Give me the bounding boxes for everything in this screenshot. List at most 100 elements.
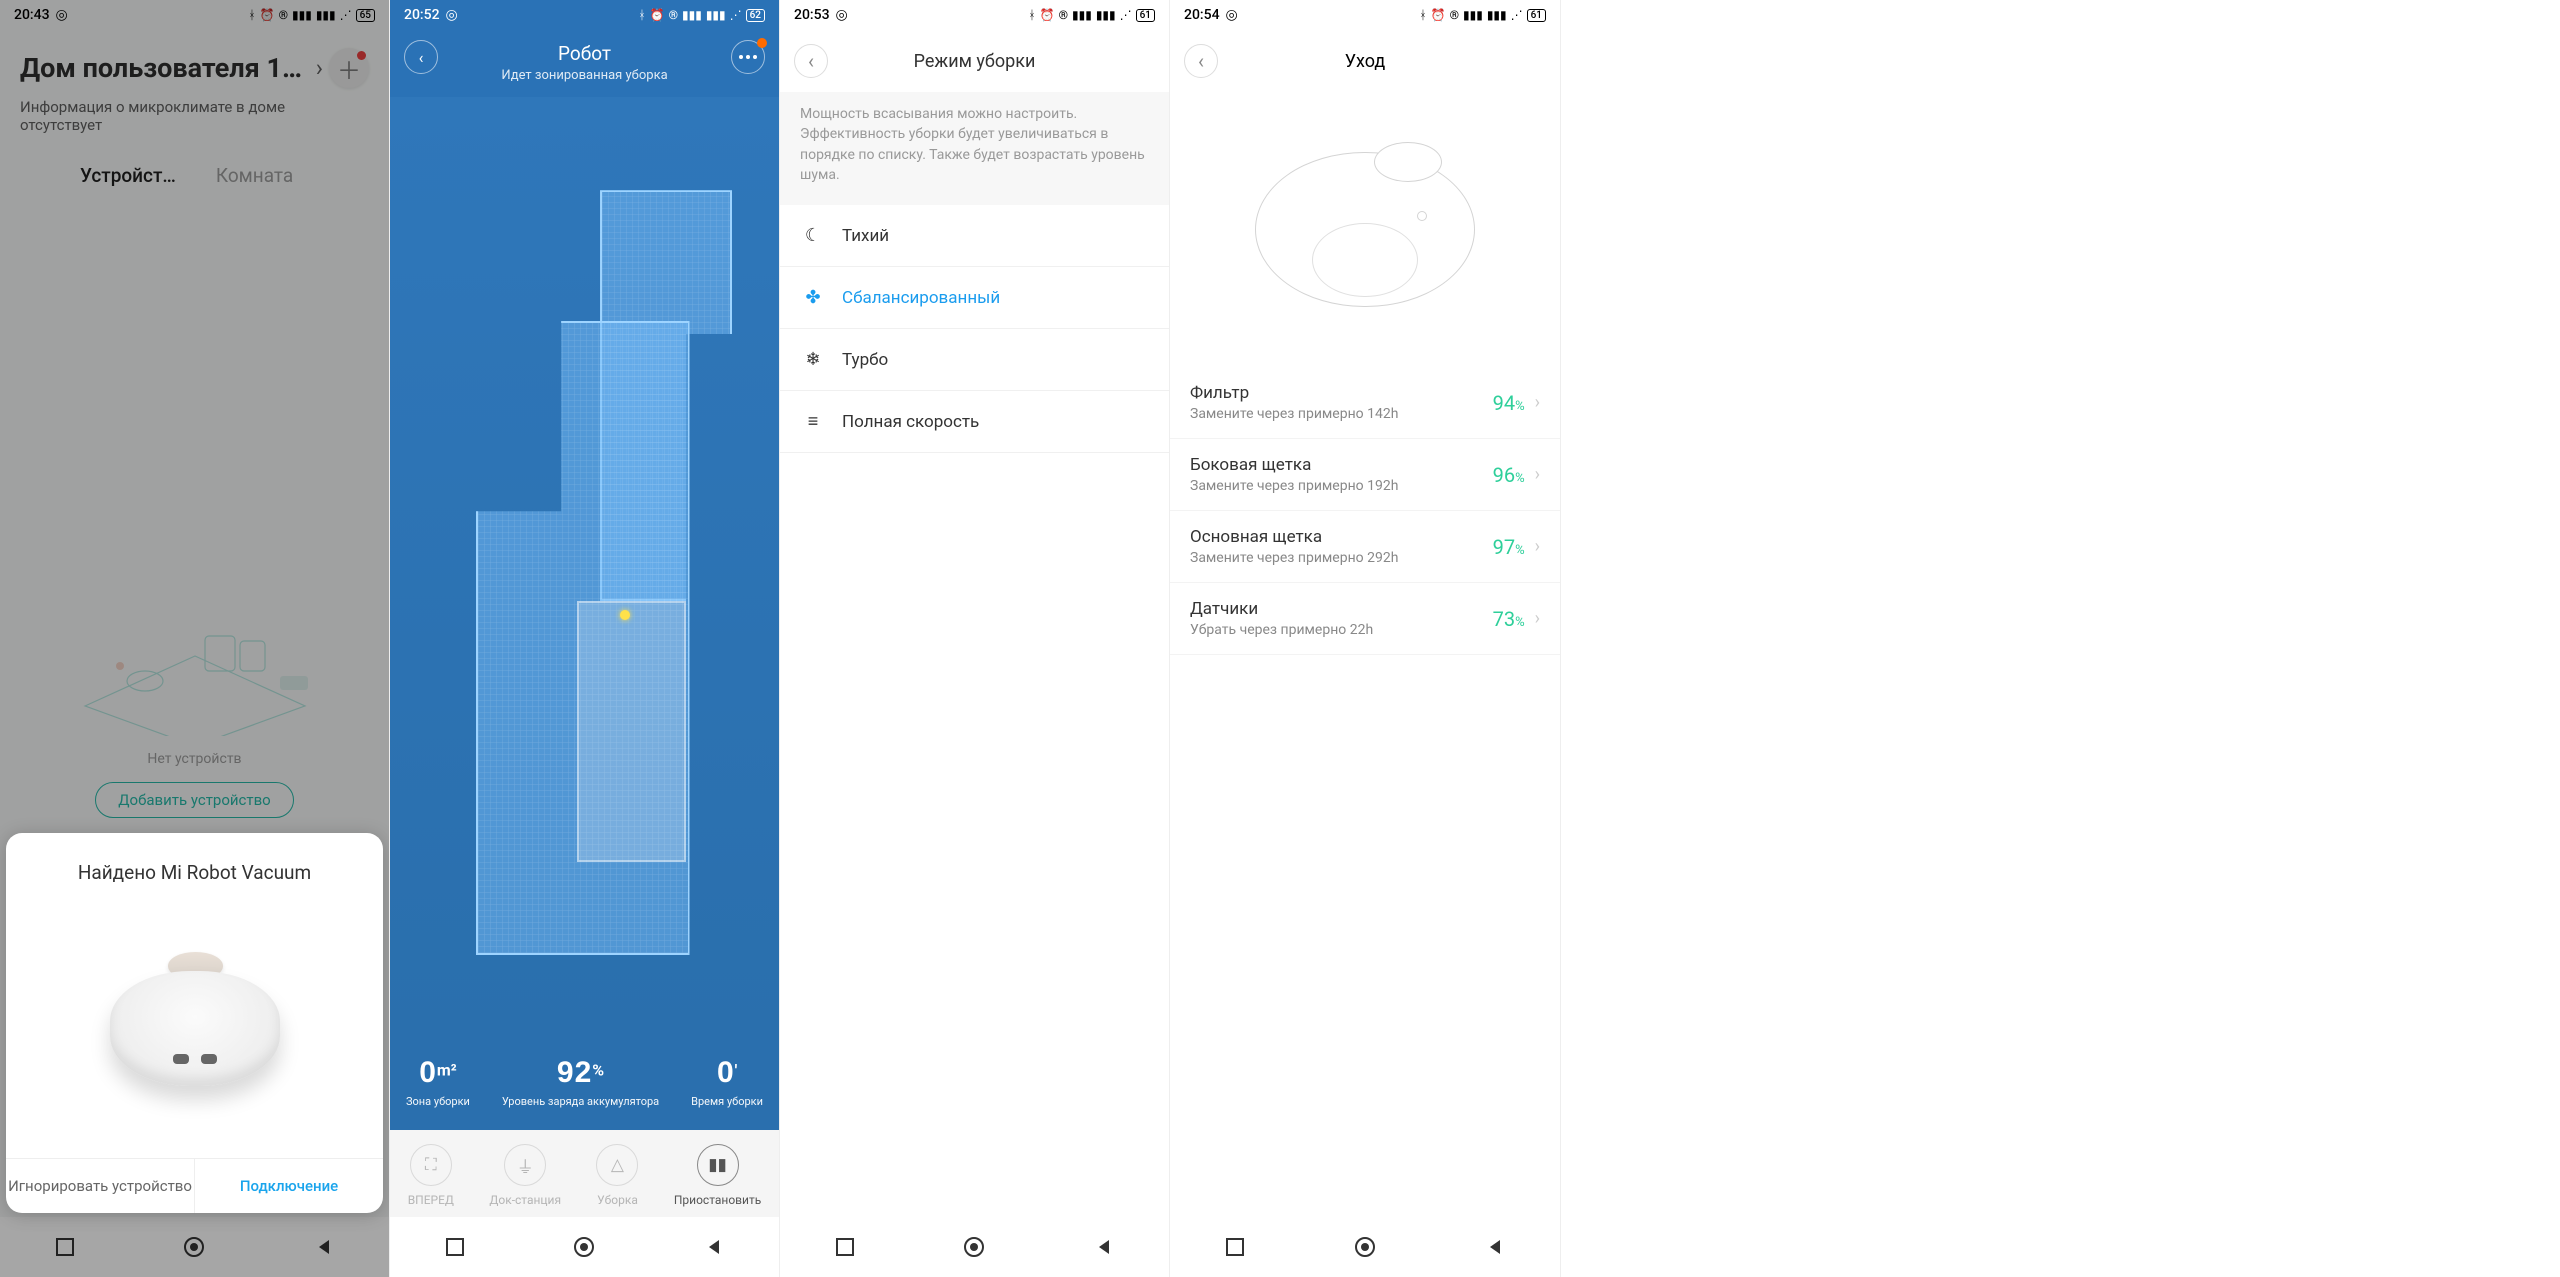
mode-full-speed[interactable]: ≡ Полная скорость bbox=[780, 391, 1169, 453]
robot-position-icon bbox=[620, 610, 630, 620]
wifi-icon: ⋰ bbox=[1511, 8, 1523, 22]
registered-icon: ® bbox=[1450, 8, 1459, 22]
control-row: ⛶ ВПЕРЕД ⏚ Док-станция △ Уборка ▮▮ Приос… bbox=[390, 1130, 779, 1217]
maintenance-title: Основная щетка bbox=[1190, 527, 1493, 547]
maintenance-item[interactable]: Фильтр Замените через примерно 142h94% › bbox=[1170, 367, 1560, 439]
bluetooth-icon: ᚼ bbox=[1419, 8, 1426, 22]
ignore-device-button[interactable]: Игнорировать устройство bbox=[6, 1159, 195, 1213]
stat-area: 0m² Зона уборки bbox=[406, 1056, 470, 1108]
nav-back[interactable] bbox=[669, 1227, 759, 1267]
instagram-icon: ◎ bbox=[836, 7, 848, 23]
page-title: Режим уборки bbox=[780, 51, 1169, 72]
nav-back[interactable] bbox=[1450, 1227, 1540, 1267]
wifi-icon: ⋰ bbox=[1120, 8, 1132, 22]
clock: 20:53 bbox=[794, 7, 830, 23]
mode-label: Тихий bbox=[842, 226, 889, 246]
chevron-right-icon: › bbox=[1535, 464, 1540, 485]
page-title: Уход bbox=[1170, 51, 1560, 72]
signal-icon: ▮▮▮ bbox=[706, 8, 726, 22]
dock-button[interactable]: ⏚ Док-станция bbox=[489, 1144, 561, 1207]
maintenance-item[interactable]: Боковая щетка Замените через примерно 192… bbox=[1170, 439, 1560, 511]
wifi-icon: ⋰ bbox=[730, 8, 742, 22]
maintenance-title: Фильтр bbox=[1190, 383, 1493, 403]
nav-recent[interactable] bbox=[800, 1227, 890, 1267]
maintenance-item[interactable]: Основная щетка Замените через примерно 29… bbox=[1170, 511, 1560, 583]
maintenance-subtitle: Замените через примерно 292h bbox=[1190, 550, 1493, 566]
bluetooth-icon: ᚼ bbox=[638, 8, 645, 22]
page-title: Робот bbox=[390, 42, 779, 65]
instagram-icon: ◎ bbox=[1226, 7, 1238, 23]
bluetooth-icon: ᚼ bbox=[1028, 8, 1035, 22]
battery-icon: 61 bbox=[1136, 9, 1155, 22]
plug-icon: ⏚ bbox=[504, 1144, 546, 1186]
maintenance-percent: 73% bbox=[1493, 607, 1525, 631]
maintenance-subtitle: Замените через примерно 192h bbox=[1190, 478, 1493, 494]
sheet-title: Найдено Mi Robot Vacuum bbox=[6, 861, 383, 884]
maintenance-percent: 97% bbox=[1493, 535, 1525, 559]
mode-balanced[interactable]: ✤ Сбалансированный bbox=[780, 267, 1169, 329]
alarm-icon: ⏰ bbox=[1431, 8, 1446, 22]
nav-recent[interactable] bbox=[410, 1227, 500, 1267]
chevron-right-icon: › bbox=[1535, 536, 1540, 557]
mode-label: Сбалансированный bbox=[842, 288, 1000, 308]
robot-image bbox=[6, 884, 383, 1158]
app-header: ‹ Режим уборки bbox=[780, 30, 1169, 92]
clock: 20:52 bbox=[404, 7, 440, 23]
status-bar: 20:52 ◎ ᚼ ⏰ ® ▮▮▮ ▮▮▮ ⋰ 62 bbox=[390, 0, 779, 30]
more-button[interactable] bbox=[731, 40, 765, 74]
nav-recent[interactable] bbox=[1190, 1227, 1280, 1267]
signal-icon: ▮▮▮ bbox=[1096, 8, 1116, 22]
mode-description: Мощность всасывания можно настроить. Эфф… bbox=[780, 92, 1169, 205]
battery-icon: 61 bbox=[1527, 9, 1546, 22]
clock: 20:54 bbox=[1184, 7, 1220, 23]
nav-back[interactable] bbox=[1059, 1227, 1149, 1267]
page-subtitle: Идет зонированная уборка bbox=[390, 68, 779, 83]
chevron-right-icon: › bbox=[1535, 608, 1540, 629]
signal-icon: ▮▮▮ bbox=[1463, 8, 1483, 22]
vacuum-illustration bbox=[1170, 92, 1560, 367]
stats-row: 0m² Зона уборки 92% Уровень заряда аккум… bbox=[390, 1030, 779, 1130]
cleaning-map[interactable] bbox=[390, 97, 779, 1030]
fullscreen-icon: ⛶ bbox=[410, 1144, 452, 1186]
pause-button[interactable]: ▮▮ Приостановить bbox=[674, 1144, 761, 1207]
mode-turbo[interactable]: ❄ Турбо bbox=[780, 329, 1169, 391]
alarm-icon: ⏰ bbox=[1040, 8, 1055, 22]
fan-icon: ✤ bbox=[802, 287, 824, 308]
mode-quiet[interactable]: ☾ Тихий bbox=[780, 205, 1169, 267]
maintenance-subtitle: Убрать через примерно 22h bbox=[1190, 622, 1493, 638]
app-header: ‹ Робот Идет зонированная уборка bbox=[390, 30, 779, 97]
stat-time: 0' Время уборки bbox=[691, 1056, 763, 1108]
alarm-icon: ⏰ bbox=[650, 8, 665, 22]
nav-home[interactable] bbox=[929, 1227, 1019, 1267]
maintenance-title: Боковая щетка bbox=[1190, 455, 1493, 475]
vacuum-icon: △ bbox=[596, 1144, 638, 1186]
signal-icon: ▮▮▮ bbox=[1487, 8, 1507, 22]
instagram-icon: ◎ bbox=[446, 7, 458, 23]
nav-home[interactable] bbox=[1320, 1227, 1410, 1267]
forward-button[interactable]: ⛶ ВПЕРЕД bbox=[408, 1144, 454, 1207]
maintenance-percent: 94% bbox=[1493, 391, 1525, 415]
snowflake-icon: ❄ bbox=[802, 349, 824, 370]
pause-icon: ▮▮ bbox=[697, 1144, 739, 1186]
device-found-sheet: Найдено Mi Robot Vacuum Игнорировать уст… bbox=[6, 833, 383, 1213]
maintenance-title: Датчики bbox=[1190, 599, 1493, 619]
signal-icon: ▮▮▮ bbox=[1072, 8, 1092, 22]
registered-icon: ® bbox=[669, 8, 678, 22]
maintenance-item[interactable]: Датчики Убрать через примерно 22h73% › bbox=[1170, 583, 1560, 655]
nav-home[interactable] bbox=[539, 1227, 629, 1267]
mode-label: Полная скорость bbox=[842, 412, 979, 432]
maintenance-percent: 96% bbox=[1493, 463, 1525, 487]
clean-button[interactable]: △ Уборка bbox=[596, 1144, 638, 1207]
moon-icon: ☾ bbox=[802, 225, 824, 246]
maintenance-subtitle: Замените через примерно 142h bbox=[1190, 406, 1493, 422]
stat-battery: 92% Уровень заряда аккумулятора bbox=[502, 1056, 659, 1108]
tornado-icon: ≡ bbox=[802, 411, 824, 432]
app-header: ‹ Уход bbox=[1170, 30, 1560, 92]
registered-icon: ® bbox=[1059, 8, 1068, 22]
battery-icon: 62 bbox=[746, 9, 765, 22]
chevron-right-icon: › bbox=[1535, 392, 1540, 413]
status-bar: 20:54 ◎ ᚼ ⏰ ® ▮▮▮ ▮▮▮ ⋰ 61 bbox=[1170, 0, 1560, 30]
chevron-left-icon: ‹ bbox=[419, 48, 424, 67]
mode-label: Турбо bbox=[842, 350, 888, 370]
connect-device-button[interactable]: Подключение bbox=[195, 1159, 383, 1213]
